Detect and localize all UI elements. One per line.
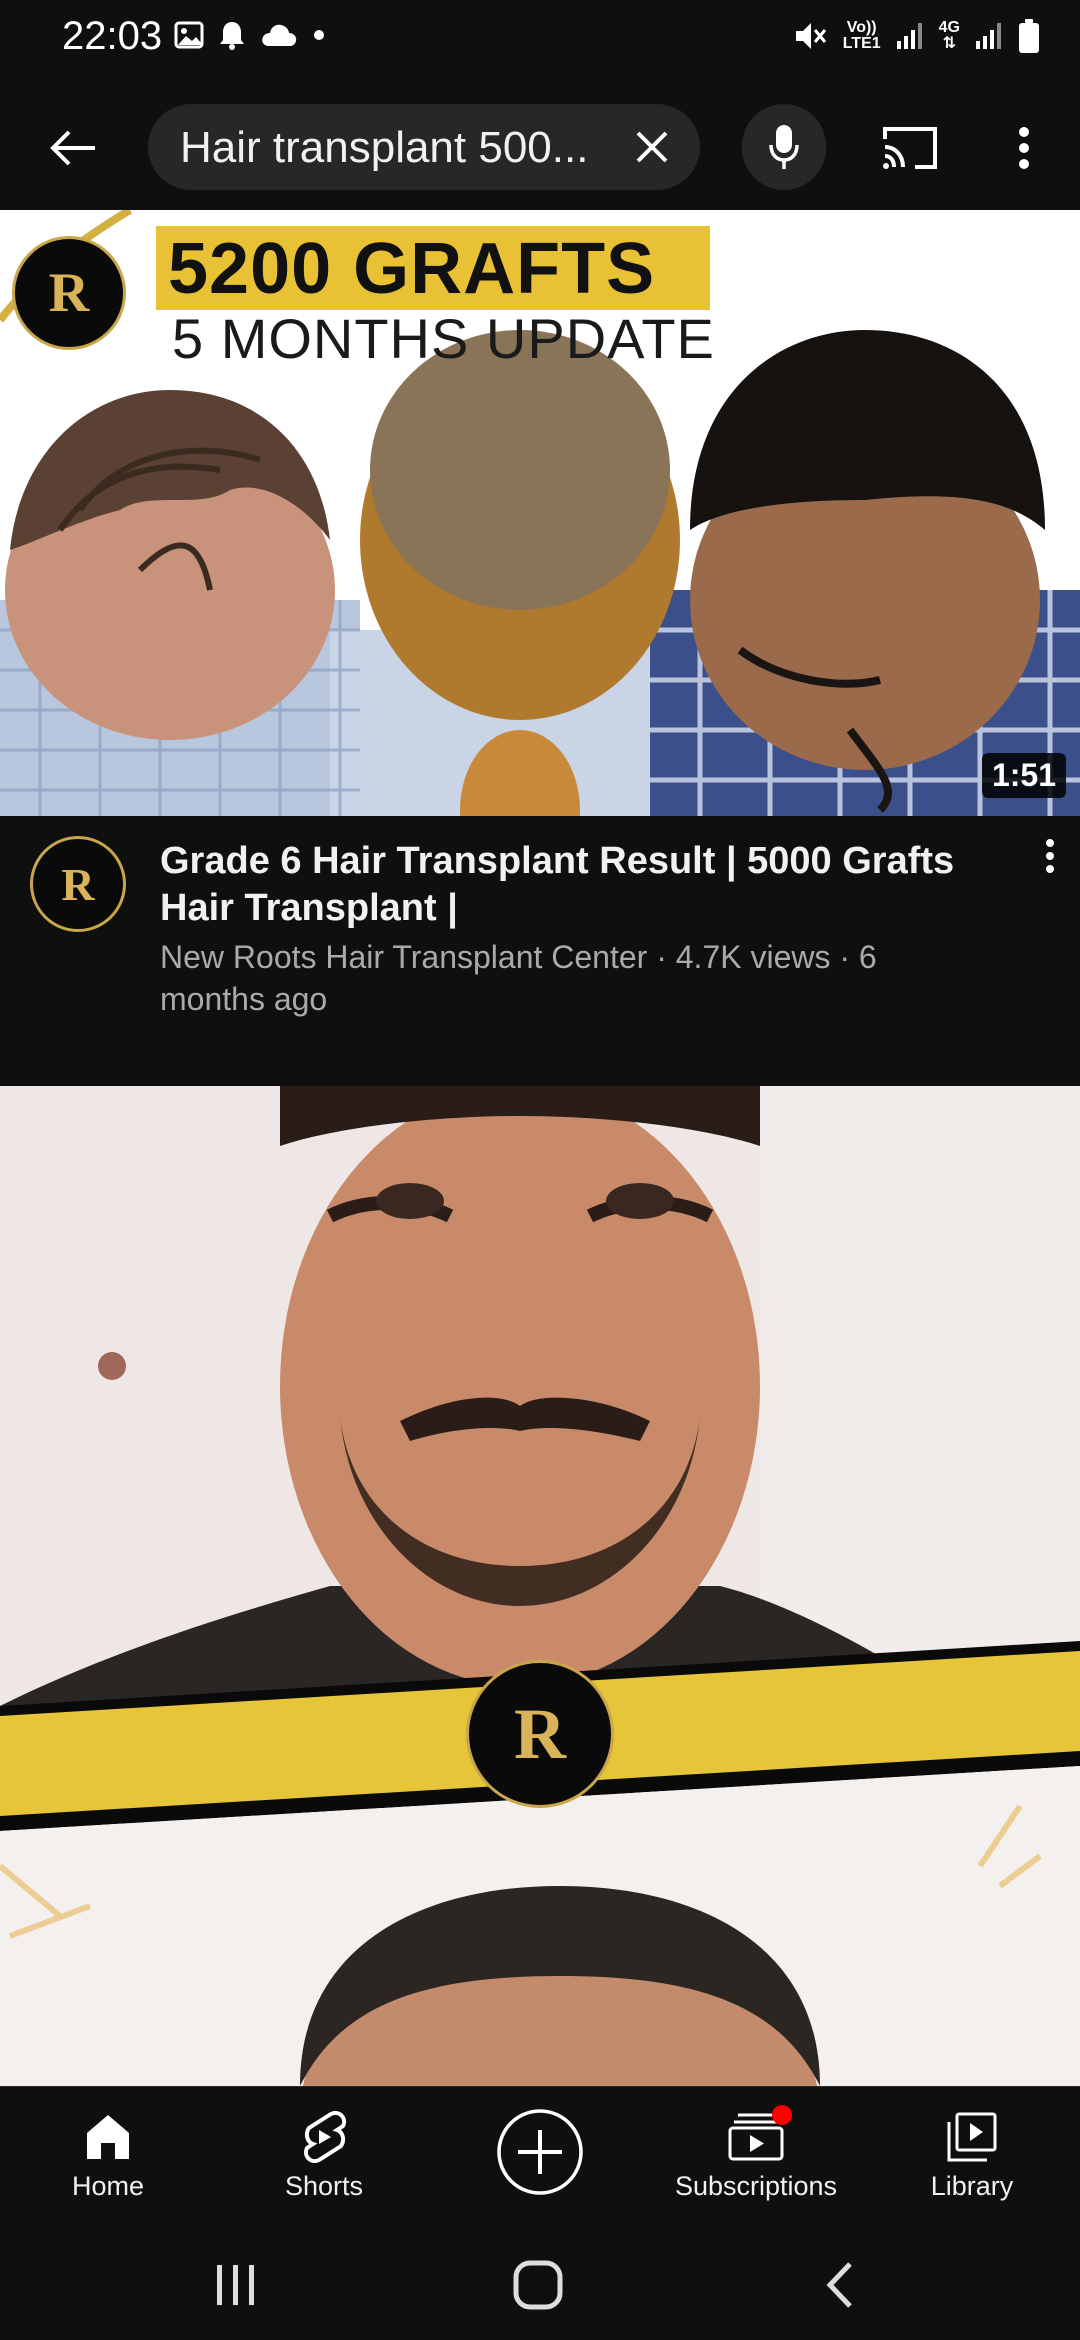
nav-subscriptions[interactable]: Subscriptions <box>670 2087 842 2227</box>
nav-home[interactable]: Home <box>48 2087 168 2227</box>
home-icon <box>87 2115 129 2159</box>
status-bar: 22:03 Vo)) LTE1 4G ⇅ <box>0 0 1080 80</box>
more-options-button[interactable] <box>1000 112 1048 184</box>
dot-icon <box>314 30 324 40</box>
channel-avatar[interactable]: R <box>30 836 126 932</box>
back-arrow-icon <box>50 130 95 166</box>
nav-shorts[interactable]: Shorts <box>264 2087 384 2227</box>
thumbnail-subheadline: 5 MONTHS UPDATE <box>172 307 715 370</box>
recent-apps-button[interactable] <box>196 2250 276 2320</box>
shorts-icon <box>304 2111 346 2163</box>
nav-shorts-label: Shorts <box>284 2171 364 2201</box>
recent-apps-icon <box>217 2265 254 2305</box>
channel-logo-badge-2: R <box>466 1660 614 1808</box>
back-button[interactable] <box>38 112 110 184</box>
bell-icon <box>220 22 244 50</box>
search-box[interactable]: Hair transplant 500... <box>148 104 700 190</box>
search-input[interactable]: Hair transplant 500... <box>180 123 610 173</box>
thumbnail-image-2 <box>0 1086 1080 2086</box>
nav-home-label: Home <box>71 2171 145 2201</box>
nav-library[interactable]: Library <box>912 2087 1032 2227</box>
signal-icon-2 <box>976 23 1001 49</box>
notification-dot <box>772 2105 792 2125</box>
volte-indicator: Vo)) LTE1 <box>842 19 881 52</box>
status-system-icons: Vo)) LTE1 4G ⇅ <box>793 18 1040 54</box>
home-circle-icon <box>513 2260 563 2310</box>
video-subtitle: New Roots Hair Transplant Center · 4.7K … <box>160 939 877 1017</box>
status-time: 22:03 <box>62 14 163 58</box>
video-thumbnail[interactable]: R 5200 GRAFTS 5 MONTHS UPDATE 1:51 <box>0 210 1080 816</box>
status-notification-icons <box>174 20 326 50</box>
channel-logo-badge: R <box>12 236 126 350</box>
back-chevron-icon <box>826 2262 852 2308</box>
signal-icon <box>896 23 922 49</box>
video-meta[interactable]: R Grade 6 Hair Transplant Result | 5000 … <box>0 816 1080 1086</box>
thumbnail-headline: 5200 GRAFTS <box>168 229 656 309</box>
clear-search-button[interactable] <box>628 123 676 171</box>
back-system-button[interactable] <box>800 2250 880 2320</box>
mute-icon <box>795 23 826 49</box>
video-thumbnail-2[interactable]: R <box>0 1086 1080 2086</box>
gallery-icon <box>174 21 204 49</box>
nav-library-label: Library <box>930 2171 1014 2201</box>
youtube-search-results-screen: 22:03 Vo)) LTE1 4G ⇅ Hair transplant 500… <box>0 0 1080 2340</box>
system-navigation-bar <box>0 2226 1080 2340</box>
voice-search-button[interactable] <box>742 104 826 190</box>
cloud-icon <box>262 24 297 46</box>
video-duration: 1:51 <box>981 753 1066 798</box>
home-system-button[interactable] <box>498 2250 578 2320</box>
mic-icon <box>769 125 799 169</box>
search-header: Hair transplant 500... <box>0 90 1080 210</box>
close-icon <box>636 131 668 163</box>
more-vert-icon <box>1019 127 1029 169</box>
more-vert-icon <box>1046 839 1054 873</box>
bottom-navigation: Home Shorts Subscriptions Library <box>0 2086 1080 2226</box>
network-type-indicator: 4G ⇅ <box>938 19 960 52</box>
battery-icon <box>1019 19 1039 53</box>
cast-icon <box>883 127 937 169</box>
library-icon <box>947 2112 997 2162</box>
video-title[interactable]: Grade 6 Hair Transplant Result | 5000 Gr… <box>160 838 980 932</box>
nav-create[interactable] <box>480 2087 600 2227</box>
video-action-menu-button[interactable] <box>1030 838 1070 898</box>
nav-subscriptions-label: Subscriptions <box>674 2171 838 2201</box>
create-icon <box>497 2109 583 2195</box>
cast-button[interactable] <box>870 112 950 184</box>
